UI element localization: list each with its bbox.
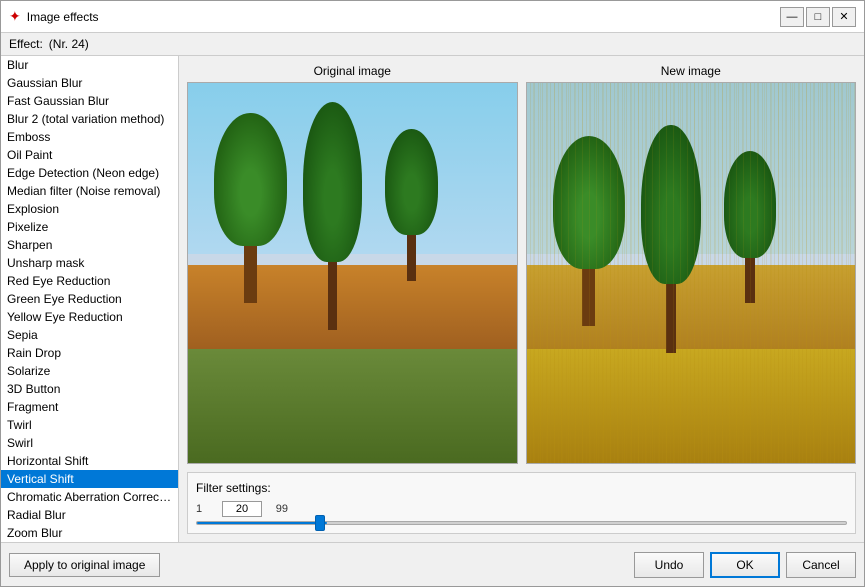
list-item[interactable]: Zoom Blur [1,524,178,542]
new-image-panel: New image [526,64,857,464]
list-item[interactable]: Solarize [1,362,178,380]
list-item-red-eye[interactable]: Red Eye Reduction [1,272,178,290]
tree-left-orig [214,113,286,303]
slider-min-value: 1 [196,503,216,515]
filter-settings-area: Filter settings: 1 20 99 [187,472,856,534]
new-image-box [526,82,857,464]
close-button[interactable]: ✕ [832,7,856,27]
list-item[interactable]: Sepia [1,326,178,344]
list-item-yellow-eye[interactable]: Yellow Eye Reduction [1,308,178,326]
full-slider-row [196,521,847,525]
original-image-box [187,82,518,464]
bottom-left: Apply to original image [9,553,160,577]
maximize-button[interactable]: □ [806,7,830,27]
original-image-panel: Original image [187,64,518,464]
window-title: Image effects [27,10,99,24]
list-item[interactable]: Pixelize [1,218,178,236]
ok-button[interactable]: OK [710,552,780,578]
list-item[interactable]: Oil Paint [1,146,178,164]
list-item[interactable]: Twirl [1,416,178,434]
list-item[interactable]: Sharpen [1,236,178,254]
bottom-bar: Apply to original image Undo OK Cancel [1,542,864,586]
shift-lines-detail [527,83,856,463]
effects-list[interactable]: Blur Gaussian Blur Fast Gaussian Blur Bl… [1,56,178,542]
bottom-right: Undo OK Cancel [634,552,856,578]
slider-track[interactable] [196,521,847,525]
slider-fill [197,522,327,524]
sidebar: Blur Gaussian Blur Fast Gaussian Blur Bl… [1,56,179,542]
images-row: Original image [187,64,856,464]
list-item[interactable]: 3D Button [1,380,178,398]
title-bar: ✦ Image effects — □ ✕ [1,1,864,33]
tree-right-orig [385,129,438,281]
list-item[interactable]: Rain Drop [1,344,178,362]
list-item[interactable]: Fast Gaussian Blur [1,92,178,110]
list-item-vertical-shift[interactable]: Vertical Shift [1,470,178,488]
title-bar-left: ✦ Image effects [9,8,99,25]
list-item-green-eye[interactable]: Green Eye Reduction [1,290,178,308]
list-item[interactable]: Edge Detection (Neon edge) [1,164,178,182]
tree-mid-orig [303,102,362,330]
minimize-button[interactable]: — [780,7,804,27]
effect-value: (Nr. 24) [49,37,89,51]
slider-row: 1 20 99 [196,501,847,517]
list-item-chromatic[interactable]: Chromatic Aberration Correction [1,488,178,506]
undo-button[interactable]: Undo [634,552,704,578]
slider-value-box[interactable]: 20 [222,501,262,517]
title-controls: — □ ✕ [780,7,856,27]
app-icon: ✦ [9,8,21,25]
right-panel: Original image [179,56,864,542]
slider-max-value: 99 [268,503,288,515]
list-item[interactable]: Blur [1,56,178,74]
main-content: Blur Gaussian Blur Fast Gaussian Blur Bl… [1,56,864,542]
list-item[interactable]: Median filter (Noise removal) [1,182,178,200]
list-item[interactable]: Explosion [1,200,178,218]
list-item[interactable]: Emboss [1,128,178,146]
list-item[interactable]: Gaussian Blur [1,74,178,92]
cancel-button[interactable]: Cancel [786,552,856,578]
new-image-label: New image [526,64,857,78]
effect-bar: Effect: (Nr. 24) [1,33,864,56]
list-item[interactable]: Swirl [1,434,178,452]
orig-ground [188,349,517,463]
effect-label: Effect: [9,37,43,51]
list-item[interactable]: Blur 2 (total variation method) [1,110,178,128]
list-item[interactable]: Unsharp mask [1,254,178,272]
list-item[interactable]: Radial Blur [1,506,178,524]
list-item[interactable]: Fragment [1,398,178,416]
filter-settings-label: Filter settings: [196,481,847,495]
slider-thumb[interactable] [315,515,325,531]
list-item[interactable]: Horizontal Shift [1,452,178,470]
main-window: ✦ Image effects — □ ✕ Effect: (Nr. 24) B… [0,0,865,587]
original-image-label: Original image [187,64,518,78]
apply-button[interactable]: Apply to original image [9,553,160,577]
